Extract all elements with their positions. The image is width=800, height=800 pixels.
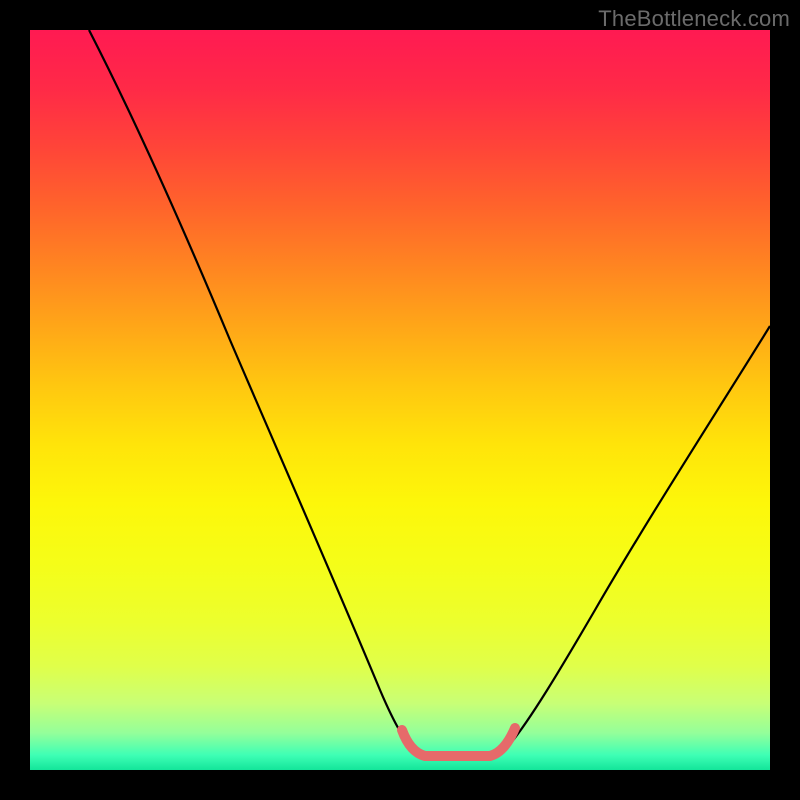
plot-area bbox=[30, 30, 770, 770]
optimal-zone-marker bbox=[402, 728, 515, 756]
chart-container: TheBottleneck.com bbox=[0, 0, 800, 800]
watermark-text: TheBottleneck.com bbox=[598, 6, 790, 32]
bottleneck-curve bbox=[89, 30, 770, 759]
curve-layer bbox=[30, 30, 770, 770]
